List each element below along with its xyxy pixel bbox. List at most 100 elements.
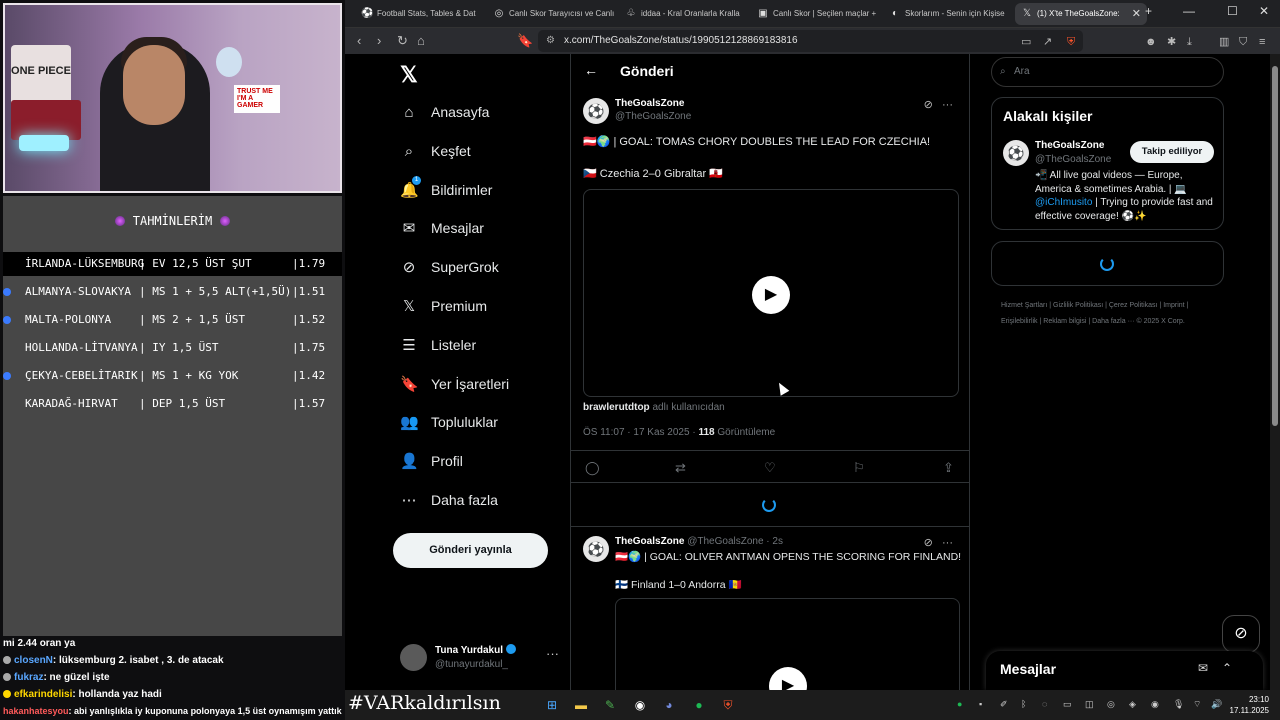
post-author-handle[interactable]: @TheGoalsZone	[615, 111, 691, 122]
browser-tab[interactable]: ♧ iddaa - Kral Oranlarla Kralla	[619, 3, 751, 25]
x-logo-icon[interactable]: 𝕏	[400, 62, 418, 88]
share-icon[interactable]: ↗	[1043, 33, 1052, 51]
browser-tab[interactable]: ◐ Skorlarım - Senin için Kişise	[883, 3, 1015, 25]
tray-icon[interactable]: ▪	[979, 699, 982, 709]
reply-video-player[interactable]: ▶	[615, 598, 960, 690]
site-info-icon[interactable]: ⚙	[546, 30, 555, 52]
maximize-button[interactable]: ☐	[1227, 4, 1238, 18]
nav-item[interactable]: 👥 Topluluklar	[400, 409, 498, 435]
repost-icon[interactable]: ⇄	[675, 460, 686, 476]
tray-icon[interactable]: ◎	[1107, 699, 1115, 710]
nav-label: Yer İşaretleri	[431, 376, 510, 392]
back-arrow-icon[interactable]: ←	[584, 62, 598, 78]
notepad-icon[interactable]: ✎	[601, 696, 619, 714]
profile-icon[interactable]: ☻	[1145, 33, 1157, 51]
share-icon[interactable]: ⇪	[943, 460, 954, 476]
stream-chat: mi 2.44 oran ya closenN: lüksemburg 2. i…	[0, 636, 345, 720]
post-author-name[interactable]: TheGoalsZone	[615, 98, 684, 109]
download-icon[interactable]: ⤓	[1187, 33, 1192, 51]
reply-icon[interactable]: ◯	[585, 460, 600, 476]
gamepad-icon[interactable]: ◫	[1085, 699, 1094, 710]
spotify-icon[interactable]: ●	[690, 696, 708, 714]
more-icon[interactable]: ···	[942, 537, 953, 549]
video-player[interactable]: ▶	[583, 189, 959, 397]
nav-item[interactable]: 𝕏 Premium	[400, 293, 487, 319]
more-icon[interactable]: ···	[942, 99, 953, 111]
reply-post[interactable]: ⚽ TheGoalsZone @TheGoalsZone · 2s ⊘ ··· …	[583, 536, 961, 690]
play-icon[interactable]: ▶	[752, 276, 790, 314]
tray-icon[interactable]: ▭	[1063, 699, 1072, 710]
attribution-user[interactable]: brawlerutdtop	[583, 402, 650, 413]
browser-tab[interactable]: ◎ Canlı Skor Tarayıcısı ve Canlı	[487, 3, 619, 25]
tray-icon[interactable]: ◉	[1151, 699, 1159, 710]
brave-icon[interactable]: ⛨	[719, 696, 737, 714]
obs-icon[interactable]: ◉	[631, 696, 649, 714]
post-button[interactable]: Gönderi yayınla	[393, 533, 548, 568]
grok-icon[interactable]: ⊘	[924, 537, 933, 549]
system-clock[interactable]: 23:10 17.11.2025	[1227, 694, 1269, 716]
home-icon[interactable]: ⌂	[417, 32, 425, 50]
discord-icon[interactable]: ◕	[660, 696, 678, 714]
nav-item[interactable]: ⌕ Keşfet	[400, 138, 471, 164]
cast-icon[interactable]: ▭	[1021, 33, 1031, 51]
new-tab-button[interactable]: +	[1145, 4, 1152, 18]
nav-item[interactable]: ✉ Mesajlar	[400, 215, 484, 241]
grok-icon[interactable]: ⊘	[924, 99, 933, 111]
tray-icon[interactable]: ◌	[1042, 699, 1047, 709]
reload-icon[interactable]: ↻	[397, 32, 408, 50]
wifi-icon[interactable]: ⌔	[1193, 699, 1201, 710]
bookmark-icon[interactable]: ⚐	[853, 460, 865, 476]
bookmark-icon[interactable]: 🔖	[517, 32, 533, 50]
more-icon[interactable]: ···	[546, 646, 559, 661]
minimize-button[interactable]: —	[1183, 4, 1195, 18]
scrollbar-thumb[interactable]	[1272, 66, 1278, 426]
mic-icon[interactable]: 🎙	[1173, 699, 1184, 710]
sidebar-icon[interactable]: ▥	[1219, 33, 1229, 51]
tray-icon[interactable]: ◈	[1129, 699, 1136, 710]
post-time[interactable]: ÖS 11:07 · 17 Kas 2025 ·	[583, 427, 698, 438]
scrollbar[interactable]	[1270, 54, 1280, 690]
nav-item[interactable]: ⋯ Daha fazla	[400, 487, 498, 513]
browser-tab[interactable]: ⚽ Football Stats, Tables & Dat	[355, 3, 487, 25]
nav-item[interactable]: ⊘ SuperGrok	[400, 254, 499, 280]
compose-message-icon[interactable]: ✉	[1198, 661, 1208, 675]
browser-tab[interactable]: 𝕏 (1) X'te TheGoalsZone: ✕	[1015, 3, 1147, 25]
menu-icon[interactable]: ≡	[1259, 33, 1265, 51]
brave-shield-icon[interactable]: ⛨	[1067, 33, 1075, 51]
reply-name-text[interactable]: TheGoalsZone	[615, 536, 684, 547]
following-button[interactable]: Takip ediliyor	[1130, 141, 1214, 163]
extensions-icon[interactable]: ✱	[1167, 33, 1176, 51]
vpn-icon[interactable]: ⛉	[1239, 33, 1247, 51]
nav-item[interactable]: 👤 Profil	[400, 448, 463, 474]
bio-link[interactable]: @iChImusito	[1035, 197, 1092, 208]
footer-links[interactable]: Hizmet Şartları | Gizlilik Politikası | …	[1001, 298, 1221, 330]
messages-drawer[interactable]: Mesajlar ✉ ⌃	[986, 651, 1263, 690]
avatar[interactable]: ⚽	[583, 536, 609, 562]
play-icon[interactable]: ▶	[769, 667, 807, 690]
nav-item[interactable]: ⌂ Anasayfa	[400, 99, 489, 125]
nav-item[interactable]: ☰ Listeler	[400, 332, 476, 358]
volume-icon[interactable]: 🔊	[1211, 699, 1222, 710]
browser-tab[interactable]: ▣ Canlı Skor | Seçilen maçlar +	[751, 3, 883, 25]
grok-button[interactable]: ⊘	[1222, 615, 1260, 653]
spotify-tray-icon[interactable]: ●	[957, 699, 962, 709]
windows-start-icon[interactable]: ⊞	[543, 696, 561, 714]
forward-arrow-icon[interactable]: ›	[377, 32, 381, 50]
avatar[interactable]: ⚽	[1003, 140, 1029, 166]
chevron-up-icon[interactable]: ⌃	[1222, 661, 1232, 675]
nav-item[interactable]: 🔖 Yer İşaretleri	[400, 371, 509, 397]
pen-tray-icon[interactable]: ✐	[1000, 699, 1008, 710]
search-input[interactable]: ⌕ Ara	[991, 57, 1224, 87]
like-icon[interactable]: ♡	[764, 460, 776, 476]
account-switcher[interactable]: Tuna Yurdakul @tunayurdakul_ ···	[400, 642, 570, 676]
address-bar[interactable]: ⚙ x.com/TheGoalsZone/status/199051212886…	[538, 30, 1083, 52]
file-explorer-icon[interactable]: ▬	[572, 696, 590, 714]
prediction-bet: | MS 1 + 5,5 ALT(+1,5Ü)	[139, 285, 292, 298]
related-name[interactable]: TheGoalsZone	[1035, 140, 1104, 151]
back-arrow-icon[interactable]: ‹	[357, 32, 361, 50]
avatar[interactable]: ⚽	[583, 98, 609, 124]
close-window-button[interactable]: ✕	[1259, 4, 1269, 18]
nav-item[interactable]: 🔔 1 Bildirimler	[400, 176, 492, 203]
bluetooth-icon[interactable]: ᛒ	[1021, 699, 1026, 709]
close-tab-icon[interactable]: ✕	[1132, 3, 1141, 25]
